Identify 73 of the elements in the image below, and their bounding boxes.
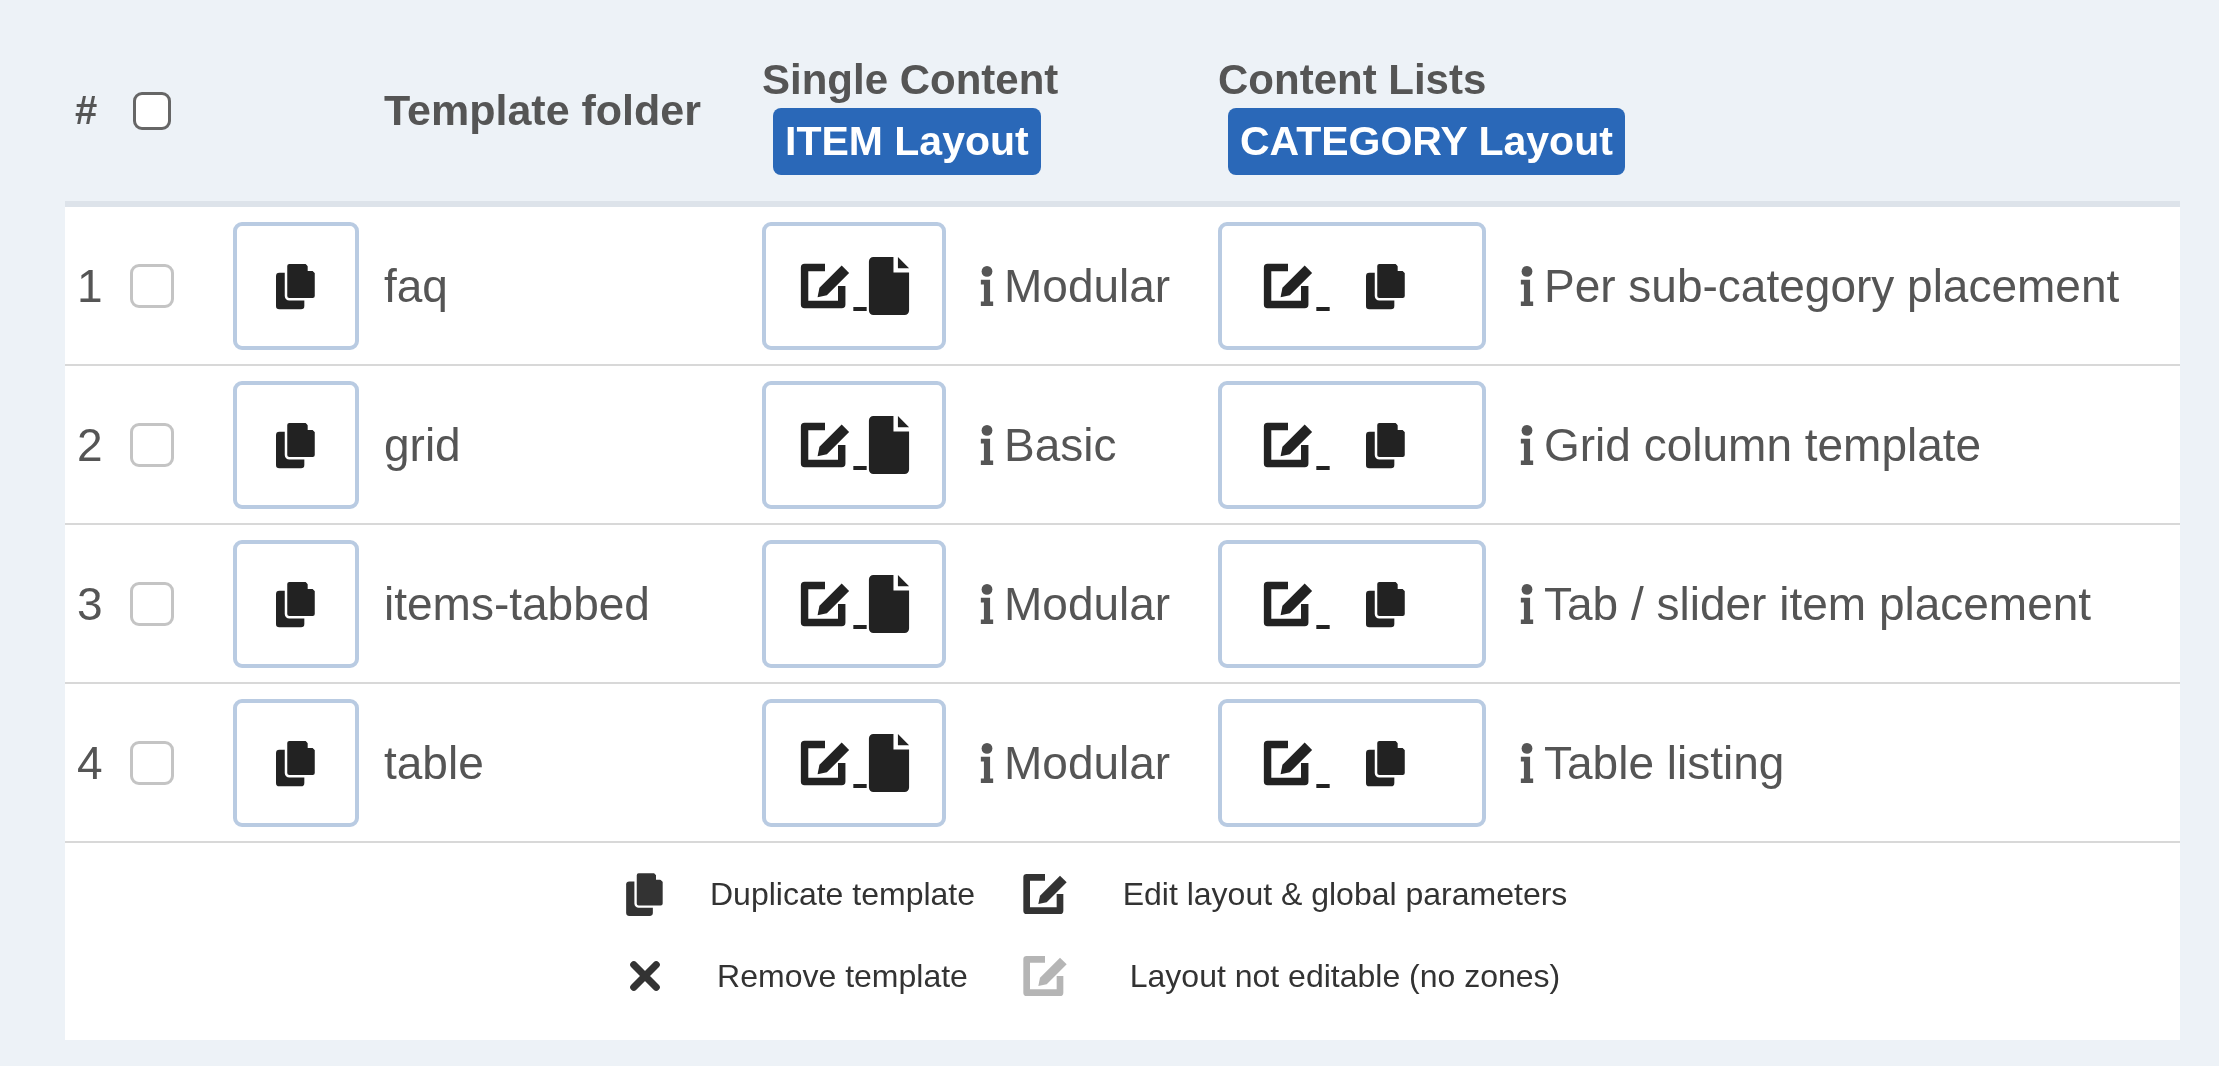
category-layout-description: Grid column template [1544, 417, 1982, 472]
row-number: 4 [76, 735, 104, 790]
underscore-icon [853, 306, 867, 311]
legend-label: Duplicate template [709, 875, 976, 913]
underscore-icon [853, 783, 867, 788]
category-layout-button[interactable] [1218, 698, 1486, 827]
row-number: 1 [76, 258, 104, 313]
copy-icon [1366, 420, 1406, 469]
info-icon [980, 742, 994, 783]
category-layout-button[interactable] [1218, 380, 1486, 509]
duplicate-button[interactable] [233, 539, 359, 668]
item-layout-button[interactable] [762, 539, 946, 668]
folder-name: table [383, 735, 485, 790]
folder-name: items-tabbed [383, 576, 651, 631]
column-heading: Content Lists [1218, 56, 1487, 104]
layout-type-label: Basic [1004, 417, 1117, 472]
number-heading: # [74, 87, 99, 133]
layout-badge: CATEGORY Layout [1228, 108, 1625, 175]
row-number: 3 [76, 576, 104, 631]
item-layout-button[interactable] [762, 380, 946, 509]
item-layout-button[interactable] [762, 698, 946, 827]
copy-icon [1366, 738, 1406, 787]
row-checkbox[interactable] [130, 263, 174, 308]
copy-icon [276, 738, 316, 787]
close-icon [629, 960, 661, 992]
folder-name: faq [383, 258, 449, 313]
info-icon [1520, 265, 1534, 306]
info-icon [1520, 583, 1534, 624]
layout-type-label: Modular [1004, 735, 1171, 790]
info-icon [980, 265, 994, 306]
column-heading: Single Content [762, 56, 1059, 104]
underscore-icon [853, 465, 867, 470]
category-layout-description: Per sub-category placement [1544, 258, 2120, 313]
category-layout-button[interactable] [1218, 539, 1486, 668]
item-layout-button[interactable] [762, 221, 946, 350]
folder-heading: Template folder [383, 85, 702, 135]
underscore-icon [1316, 306, 1330, 311]
folder-name: grid [383, 417, 462, 472]
file-icon [867, 415, 911, 474]
category-layout-description: Tab / slider item placement [1544, 576, 2092, 631]
copy-icon [625, 872, 665, 916]
info-icon [980, 583, 994, 624]
layout-type-label: Modular [1004, 258, 1171, 313]
category-layout-description: Table listing [1544, 735, 1785, 790]
underscore-icon [1316, 465, 1330, 470]
category-layout-button[interactable] [1218, 221, 1486, 350]
copy-icon [1366, 579, 1406, 628]
row-checkbox[interactable] [130, 581, 174, 626]
legend-label: Remove template [716, 957, 969, 995]
info-icon [1520, 742, 1534, 783]
duplicate-button[interactable] [233, 698, 359, 827]
select-all-checkbox[interactable] [133, 91, 171, 130]
row-checkbox[interactable] [130, 422, 174, 467]
file-icon [867, 256, 911, 315]
copy-icon [276, 579, 316, 628]
file-icon [867, 574, 911, 633]
underscore-icon [853, 624, 867, 629]
underscore-icon [1316, 783, 1330, 788]
info-icon [980, 424, 994, 465]
info-icon [1520, 424, 1534, 465]
legend-label: Layout not editable (no zones) [1128, 957, 1562, 995]
row-checkbox[interactable] [130, 740, 174, 785]
row-number: 2 [76, 417, 104, 472]
layout-type-label: Modular [1004, 576, 1171, 631]
file-icon [867, 733, 911, 792]
duplicate-button[interactable] [233, 221, 359, 350]
duplicate-button[interactable] [233, 380, 359, 509]
copy-icon [276, 420, 316, 469]
copy-icon [276, 261, 316, 310]
copy-icon [1366, 261, 1406, 310]
layout-badge: ITEM Layout [773, 108, 1041, 175]
legend-label: Edit layout & global parameters [1121, 875, 1569, 913]
underscore-icon [1316, 624, 1330, 629]
